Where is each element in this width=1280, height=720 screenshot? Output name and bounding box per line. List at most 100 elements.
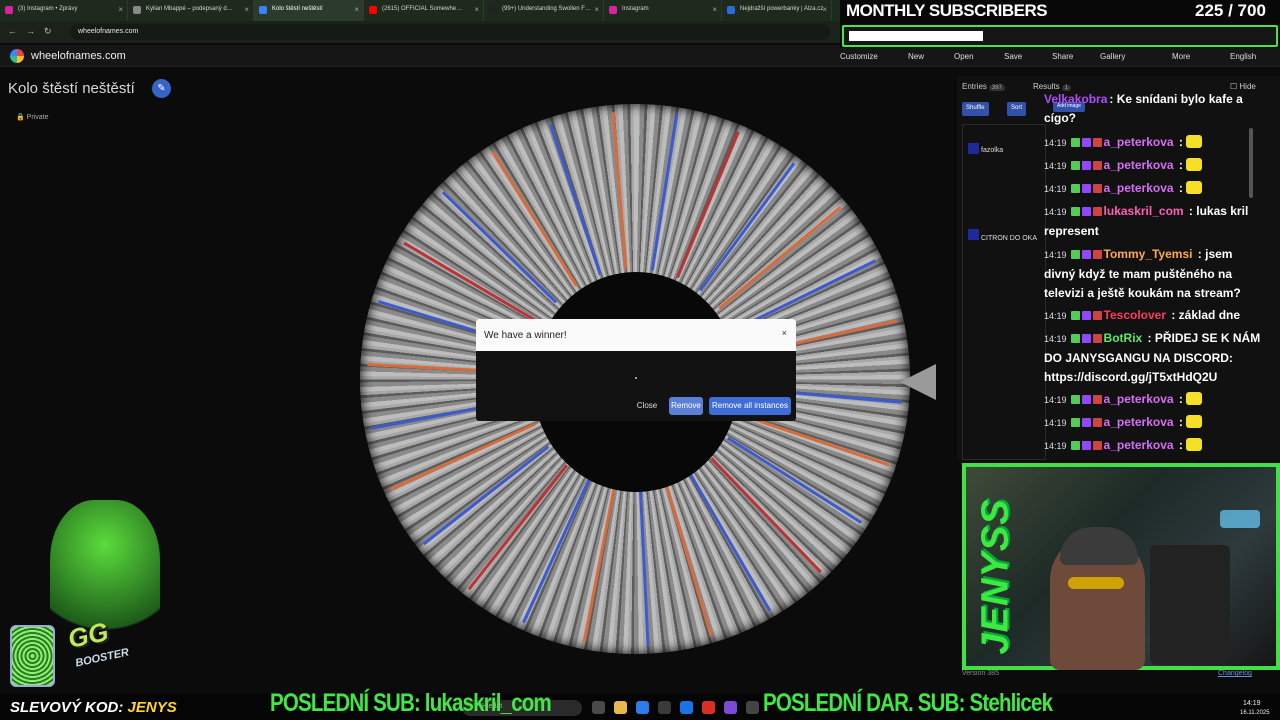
mail-icon[interactable] <box>680 701 693 714</box>
chat-username: Tescolover <box>1103 308 1167 322</box>
file-explorer-icon[interactable] <box>614 701 627 714</box>
menu-more[interactable]: More <box>1172 52 1190 61</box>
site-logo-icon[interactable] <box>10 49 24 63</box>
close-button[interactable]: Close <box>632 397 662 415</box>
site-name[interactable]: wheelofnames.com <box>31 50 126 62</box>
wheel-segment <box>422 445 550 546</box>
chat-message: 14:19 a_peterkova : <box>1044 413 1266 433</box>
chat-time: 14:19 <box>1044 441 1067 451</box>
changelog-link[interactable]: Changelog <box>1218 670 1252 677</box>
wheel-segment <box>710 457 822 574</box>
clock-date[interactable]: 16.11.2025 <box>1240 710 1270 716</box>
edge-icon[interactable] <box>636 701 649 714</box>
chat-message: 14:19 BotRix : PŘIDEJ SE K NÁM DO JANYSGA… <box>1044 329 1266 387</box>
browser-tab[interactable]: (2615) OFFICIAL Somewhe… × <box>364 0 484 21</box>
webcam-chair <box>1150 545 1230 665</box>
tab-close-icon[interactable]: × <box>118 5 123 14</box>
app-icon[interactable] <box>746 701 759 714</box>
winner-dialog: We have a winner! × Close Remove Remove … <box>476 319 796 421</box>
wheel-segment <box>676 131 740 279</box>
wheel-segment <box>467 464 569 591</box>
chat-badge-icon <box>1092 138 1102 147</box>
address-bar[interactable]: wheelofnames.com <box>70 24 830 40</box>
chat-time: 14:19 <box>1044 311 1067 321</box>
close-icon[interactable]: × <box>782 328 787 338</box>
edit-title-button[interactable]: ✎ <box>152 79 171 98</box>
streamer-tag: JENYSS <box>974 498 1017 655</box>
store-icon[interactable] <box>658 701 671 714</box>
back-icon[interactable]: ← <box>8 26 17 36</box>
chat-time: 14:19 <box>1044 207 1067 217</box>
chat-text: : <box>1175 158 1187 172</box>
browser-tab[interactable]: Instagram × <box>604 0 722 21</box>
tab-close-icon[interactable]: × <box>244 5 249 14</box>
chat-text: : <box>1175 135 1187 149</box>
tab-label: Kylian Mbappé – podepsaný d… <box>146 6 233 12</box>
tab-close-icon[interactable]: × <box>712 5 717 14</box>
chat-badge-icon <box>1081 184 1091 193</box>
browser-tab[interactable]: (3) Instagram • Zprávy × <box>0 0 128 21</box>
promo-prefix: SLEVOVÝ KOD: <box>10 699 124 716</box>
browser-tab-bar: (3) Instagram • Zprávy × Kylian Mbappé – p… <box>0 0 840 21</box>
remove-button[interactable]: Remove <box>669 397 703 415</box>
visibility-text: Private <box>26 114 49 121</box>
chat-badge-icon <box>1070 418 1080 427</box>
chat-badge-icon <box>1092 395 1102 404</box>
clock-time[interactable]: 14:19 <box>1243 700 1261 707</box>
last-gift-ticker: POSLEDNÍ DAR. SUB: Stehlicek <box>763 689 1053 717</box>
chat-username: a_peterkova <box>1103 158 1174 172</box>
chat-badge-icon <box>1070 441 1080 450</box>
chat-text: : <box>1175 181 1187 195</box>
visibility-label: 🔒 Private <box>16 113 48 121</box>
chat-scrollbar[interactable] <box>1249 128 1253 198</box>
chat-message: 14:19 lukaskril_com : lukas kril represen… <box>1044 202 1266 241</box>
chat-time: 14:19 <box>1044 250 1067 260</box>
entries-textarea[interactable]: fazolka CITRON DO OKA <box>962 124 1046 460</box>
shuffle-button[interactable]: Shuffle <box>962 102 989 116</box>
tab-label: Nejdražší powerbanky | Alza.cz <box>740 6 824 12</box>
wheel-segment <box>441 191 558 304</box>
chat-badge-icon <box>1081 441 1091 450</box>
emote-icon <box>1186 158 1203 171</box>
discord-icon[interactable] <box>724 701 737 714</box>
tab-close-icon[interactable]: × <box>474 5 479 14</box>
task-view-icon[interactable] <box>592 701 605 714</box>
tab-close-icon[interactable]: × <box>594 5 599 14</box>
tab-favicon-icon <box>727 6 735 14</box>
menu-share[interactable]: Share <box>1052 52 1073 61</box>
chat-message: 14:19 a_peterkova : <box>1044 133 1266 153</box>
menu-language[interactable]: English <box>1230 52 1256 61</box>
reload-icon[interactable]: ↻ <box>44 26 52 37</box>
tab-close-icon[interactable]: × <box>354 5 359 14</box>
wheel-segment <box>689 473 772 612</box>
browser-tab[interactable]: Kolo štěstí neštěstí × <box>254 0 364 21</box>
tab-favicon-icon <box>369 6 377 14</box>
menu-save[interactable]: Save <box>1004 52 1022 61</box>
sort-button[interactable]: Sort <box>1007 102 1027 116</box>
chat-text: : <box>1175 438 1187 452</box>
chat-badge-icon <box>1081 138 1091 147</box>
browser-tab[interactable]: Kylian Mbappé – podepsaný d… × <box>128 0 254 21</box>
opera-icon[interactable] <box>702 701 715 714</box>
last-sub-ticker: POSLEDNÍ SUB: lukaskril_com <box>270 689 552 717</box>
promo-banner: SLEVOVÝ KOD: JENYS <box>10 699 177 716</box>
chat-badge-icon <box>1092 311 1102 320</box>
browser-tab[interactable]: (99+) Understanding Swollen F… × <box>484 0 604 21</box>
wheel-segment <box>664 484 713 637</box>
browser-tab[interactable]: Nejdražší powerbanky | Alza.cz × <box>722 0 832 21</box>
forward-icon[interactable]: → <box>26 26 35 36</box>
chat-badge-icon <box>1092 250 1102 259</box>
booster-logo: GG BOOSTER <box>10 500 170 690</box>
menu-new[interactable]: New <box>908 52 924 61</box>
wheel-segment <box>522 478 591 624</box>
chat-username: lukaskril_com <box>1103 204 1184 218</box>
tab-label: (99+) Understanding Swollen F… <box>502 6 591 12</box>
remove-all-instances-button[interactable]: Remove all instances <box>709 397 791 415</box>
menu-open[interactable]: Open <box>954 52 974 61</box>
tab-close-icon[interactable]: × <box>822 5 827 14</box>
tab-entries[interactable]: Entries 397 <box>962 82 1005 91</box>
menu-customize[interactable]: Customize <box>840 52 878 61</box>
chat-badge-icon <box>1092 161 1102 170</box>
menu-gallery[interactable]: Gallery <box>1100 52 1125 61</box>
webcam-light <box>1220 510 1260 528</box>
